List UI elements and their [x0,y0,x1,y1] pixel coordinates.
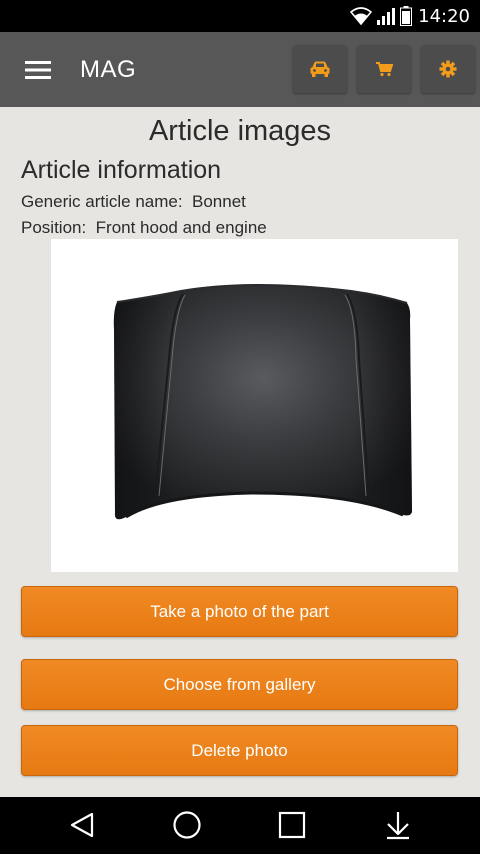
choose-from-gallery-button[interactable]: Choose from gallery [21,659,458,710]
hamburger-menu-icon [25,61,51,79]
bonnet-image [113,284,413,520]
home-icon [173,811,201,839]
recents-button[interactable] [262,805,322,845]
navigation-bar [0,797,480,854]
vehicle-button[interactable] [293,45,347,93]
recents-icon [278,811,306,839]
back-button[interactable] [52,805,112,845]
hide-keyboard-button[interactable] [368,805,428,845]
take-photo-button[interactable]: Take a photo of the part [21,586,458,637]
page-title: Article images [148,115,332,147]
menu-button[interactable] [14,52,62,88]
status-time: 14:20 [418,5,470,27]
shopping-cart-icon [376,62,393,77]
cart-button[interactable] [357,45,411,93]
car-icon [310,61,330,77]
main-content: Article images Article information Gener… [0,107,480,797]
signal-icon [377,8,396,25]
wifi-icon [350,7,373,25]
section-heading: Article information [21,156,222,184]
article-image [51,239,458,572]
status-bar: 14:20 [0,0,480,32]
generic-article-name: Generic article name: Bonnet [21,192,246,211]
home-button[interactable] [157,805,217,845]
gear-icon [439,60,457,78]
settings-button[interactable] [421,45,475,93]
battery-icon [400,6,413,26]
back-icon [70,812,94,838]
delete-photo-button[interactable]: Delete photo [21,725,458,776]
status-icons: 14:20 [350,5,470,27]
app-bar: MAG [0,32,480,107]
app-title: MAG [80,56,137,83]
hide-keyboard-icon [387,812,409,840]
article-position: Position: Front hood and engine [21,218,267,237]
